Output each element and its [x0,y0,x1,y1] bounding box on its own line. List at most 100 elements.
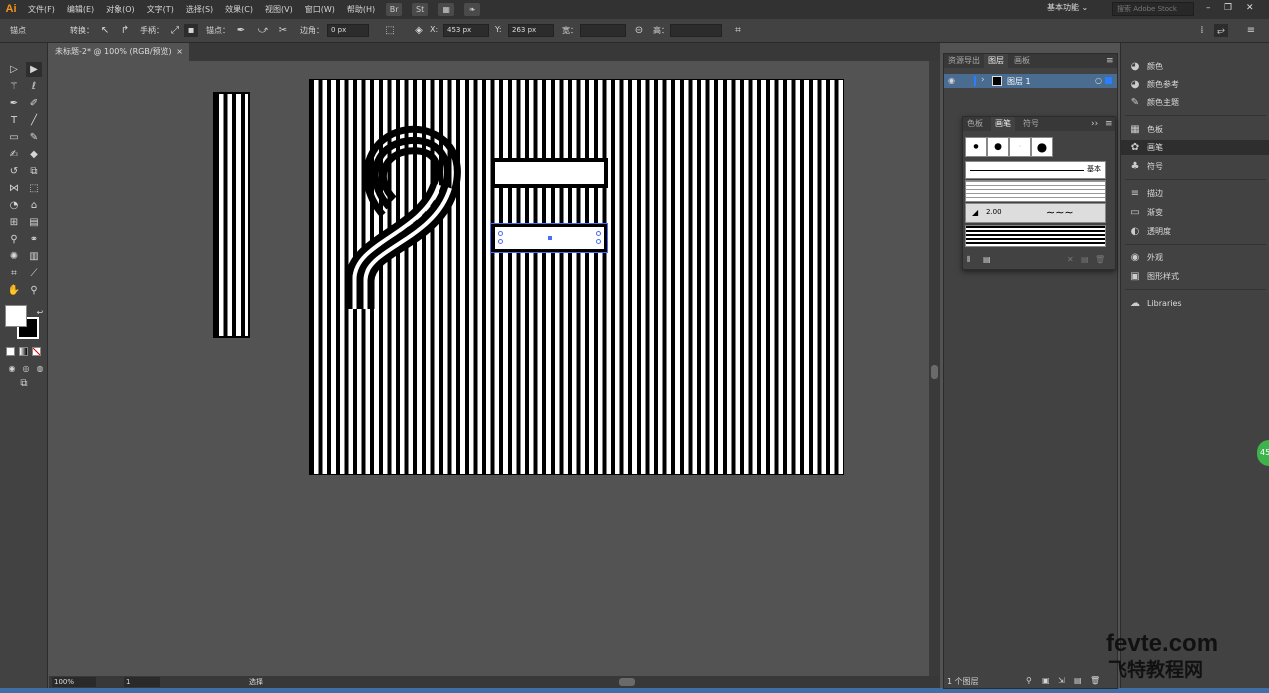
stock-button[interactable]: St [412,3,429,16]
dock-brushes[interactable]: ✿ 画笔 [1121,140,1269,155]
brush-basic[interactable]: 基本 [965,161,1106,179]
menu-select[interactable]: 选择(S) [180,0,219,19]
brushes-menu-icon[interactable]: ≡ [1105,119,1113,129]
close-window-icon[interactable]: ✕ [1246,3,1254,13]
canvas[interactable] [49,61,929,676]
free-transform-icon[interactable]: ⬚ [26,181,42,196]
swap-fill-stroke-icon[interactable]: ↩ [32,305,48,320]
remove-anchor-icon[interactable]: ✒ [234,24,248,37]
connect-anchor-icon[interactable]: ⤻ [256,24,270,37]
tab-swatches[interactable]: 色板 [963,117,987,131]
draw-inside-icon[interactable]: ◍ [32,361,48,376]
close-tab-icon[interactable]: × [176,43,183,61]
direct-selection-tool-icon[interactable]: ▶ [26,62,42,77]
striped-strip-artwork[interactable] [213,92,250,338]
corner-widget[interactable] [596,231,601,236]
gpu-performance-icon[interactable]: ❧ [464,3,481,16]
shaper-tool-icon[interactable]: ✍ [6,147,22,162]
brush-dot-small[interactable]: ● [965,137,987,157]
visibility-eye-icon[interactable]: ◉ [948,76,955,85]
dock-gradient[interactable]: ▭ 渐变 [1121,205,1269,220]
hide-handles-icon[interactable]: ▪ [184,24,198,37]
brush-options-icon[interactable]: ▤ [983,255,991,264]
menu-window[interactable]: 窗口(W) [299,0,341,19]
menu-edit[interactable]: 编辑(E) [61,0,100,19]
y-field[interactable]: 263 px [508,24,554,37]
show-handles-icon[interactable]: ⤢ [168,24,182,37]
selection-indicator[interactable] [1105,77,1112,84]
curved-stripe-artwork[interactable] [309,79,844,475]
constrain-proportions-icon[interactable]: ⊝ [632,24,646,37]
reference-point-icon[interactable]: ◈ [412,24,426,37]
dock-stroke[interactable]: ≡ 描边 [1121,186,1269,201]
tab-artboards[interactable]: 画板 [1010,54,1034,68]
horizontal-scroll-thumb[interactable] [619,678,635,686]
brush-pattern-rows[interactable] [965,180,1106,202]
dock-transparency[interactable]: ◐ 透明度 [1121,224,1269,239]
shape-builder-icon[interactable]: ◔ [6,198,22,213]
vertical-scrollbar[interactable] [929,61,940,676]
corner-widget[interactable] [498,239,503,244]
document-tab[interactable]: 未标题-2* @ 100% (RGB/预览) × [49,43,189,61]
width-tool-icon[interactable]: ⋈ [6,181,22,196]
menu-object[interactable]: 对象(O) [100,0,141,19]
width-field[interactable] [580,24,626,37]
tab-asset-export[interactable]: 资源导出 [944,54,984,68]
fill-swatch-front[interactable] [5,305,27,327]
zoom-tool-icon[interactable]: ⚲ [26,283,42,298]
screen-mode-icon[interactable]: ⧉ [16,376,32,391]
dock-graphic-styles[interactable]: ▣ 图形样式 [1121,269,1269,284]
delete-brush-icon[interactable]: 🗑 [1095,255,1105,264]
selection-tool-icon[interactable]: ▷ [6,62,22,77]
minimize-icon[interactable]: – [1206,3,1211,13]
corner-widget[interactable] [498,231,503,236]
white-bar-artwork[interactable] [491,158,608,188]
perspective-grid-icon[interactable]: ⌂ [26,198,42,213]
bridge-button[interactable]: Br [386,3,403,16]
workspace-switcher[interactable]: 基本功能 ⌄ [1047,2,1088,13]
dock-color-theme[interactable]: ✎ 颜色主题 [1121,95,1269,110]
eyedropper-icon[interactable]: ⚲ [6,232,22,247]
none-mode-icon[interactable] [32,347,41,356]
dock-color-guide[interactable]: ◕ 颜色参考 [1121,77,1269,92]
restore-icon[interactable]: ❐ [1224,3,1232,13]
clipping-mask-icon[interactable]: ▣ [1042,676,1050,685]
pen-tool-icon[interactable]: ✒ [6,96,22,111]
collapse-icon[interactable]: ›› [1091,119,1098,129]
vertical-scroll-thumb[interactable] [931,365,938,379]
expand-arrow-icon[interactable]: › [981,75,985,85]
panel-menu-icon[interactable]: ≡ [1106,56,1114,66]
align-icon[interactable]: ⬚ [383,24,397,37]
new-layer-icon[interactable]: ▤ [1074,676,1082,685]
menu-effect[interactable]: 效果(C) [219,0,259,19]
tab-brushes[interactable]: 画笔 [991,117,1015,131]
symbol-sprayer-icon[interactable]: ✺ [6,249,22,264]
new-sublayer-icon[interactable]: ⇲ [1058,676,1065,685]
height-field[interactable] [670,24,722,37]
curvature-tool-icon[interactable]: ✐ [26,96,42,111]
locate-object-icon[interactable]: ⚲ [1026,676,1032,685]
corner-field[interactable]: 0 px [327,24,369,37]
dock-symbols[interactable]: ♣ 符号 [1121,159,1269,174]
menu-type[interactable]: 文字(T) [141,0,180,19]
color-mode-icon[interactable] [6,347,15,356]
dock-swatches[interactable]: ▦ 色板 [1121,122,1269,137]
rectangle-tool-icon[interactable]: ▭ [6,130,22,145]
paintbrush-icon[interactable]: ✎ [26,130,42,145]
dock-color[interactable]: ◕ 颜色 [1121,59,1269,74]
cut-path-icon[interactable]: ✂ [276,24,290,37]
tab-symbols[interactable]: 符号 [1019,117,1043,131]
type-tool-icon[interactable]: T [6,113,22,128]
mesh-tool-icon[interactable]: ⊞ [6,215,22,230]
magic-wand-icon[interactable]: ⚚ [6,79,22,94]
menu-file[interactable]: 文件(F) [22,0,61,19]
dock-appearance[interactable]: ◉ 外观 [1121,250,1269,265]
dock-libraries[interactable]: ☁ Libraries [1121,296,1269,311]
line-tool-icon[interactable]: ╱ [26,113,42,128]
arrange-documents-icon[interactable]: ▦ [438,3,455,16]
artboard-tool-icon[interactable]: ⌗ [6,266,22,281]
layer-name[interactable]: 图层 1 [1007,76,1031,87]
lasso-icon[interactable]: ℓ [26,79,42,94]
arrange-panels-icon[interactable]: ⁞ [1195,24,1209,37]
zoom-field[interactable]: 100% [52,677,96,687]
